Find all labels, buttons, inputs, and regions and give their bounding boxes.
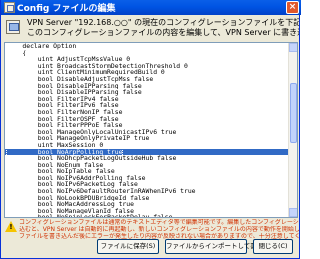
editor-line[interactable]: bool NoDhcpPacketLogOutsideHub false	[5, 155, 289, 162]
warning-line-1: コンフィグレーションファイルは通常のテキストエディタ等で編集可能です。編集したコ…	[19, 219, 299, 226]
vertical-scrollbar[interactable]	[288, 43, 297, 217]
close-window-button[interactable]: ×	[286, 1, 299, 14]
editor-line[interactable]: bool NoMacAddressLog true	[5, 201, 289, 208]
editor-line[interactable]: uint AdjustTcpMssValue 0	[5, 56, 289, 63]
editor-line[interactable]: bool ManageOnlyLocalUnicastIPv6 true	[5, 129, 289, 136]
window-title: Config ファイルの編集	[17, 4, 116, 14]
editor-line[interactable]: bool NoManageVlanId false	[5, 208, 289, 215]
editor-lines[interactable]: declare Option { uint AdjustTcpMssValue …	[5, 43, 289, 217]
scroll-up-arrow-icon[interactable]	[289, 43, 297, 52]
editor-line[interactable]: bool FilterIPv6 false	[5, 102, 289, 109]
editor-line[interactable]: bool DisableAdjustTcpMss false	[5, 76, 289, 83]
header-description: VPN Server "192.168.○○" の現在のコンフィグレーションファ…	[27, 18, 299, 38]
config-file-icon	[6, 20, 20, 34]
editor-line[interactable]: bool NoIPv6DefaultRouterInRAWhenIPv6 tru…	[5, 188, 289, 195]
editor-line[interactable]: bool FilterOSPF false	[5, 116, 289, 123]
warning-exclamation-icon: !	[9, 223, 13, 231]
editor-line[interactable]: bool FilterIPv4 false	[5, 96, 289, 103]
close-button[interactable]: 閉じる(C)	[253, 239, 293, 254]
editor-line-selected[interactable]: bool NoArpPolling true	[5, 148, 289, 156]
editor-line[interactable]: uint MaxSession 0	[5, 142, 289, 149]
config-edit-window: Config ファイルの編集 × VPN Server "192.168.○○"…	[0, 0, 301, 259]
import-and-write-button[interactable]: ファイルからインポートして書き込み(I)	[165, 239, 283, 254]
warning-line-2: 込むと、VPN Server は自動的に再起動し、新しいコンフィグレーションファ…	[19, 226, 299, 233]
editor-line[interactable]: bool FilterNonIP false	[5, 109, 289, 116]
scroll-thumb[interactable]	[290, 83, 297, 143]
editor-line[interactable]: uint BroadcastStormDetectionThreshold 0	[5, 63, 289, 70]
header-line-1: VPN Server "192.168.○○" の現在のコンフィグレーションファ…	[27, 18, 299, 27]
title-bar[interactable]: Config ファイルの編集 ×	[1, 0, 301, 15]
editor-line[interactable]: bool FilterPPPoE false	[5, 122, 289, 129]
config-text-editor[interactable]: declare Option { uint AdjustTcpMssValue …	[4, 42, 298, 218]
editor-line[interactable]: bool NoEnum false	[5, 162, 289, 169]
editor-line[interactable]: bool NoIPv6PacketLog false	[5, 181, 289, 188]
editor-line[interactable]: {	[5, 50, 289, 57]
editor-line[interactable]: declare Option	[5, 43, 289, 50]
save-to-file-button[interactable]: ファイルに保存(S)	[97, 239, 159, 254]
editor-line[interactable]: uint ClientMinimumRequiredBuild 0	[5, 69, 289, 76]
window-app-icon	[4, 2, 15, 13]
warning-message: コンフィグレーションファイルは通常のテキストエディタ等で編集可能です。編集したコ…	[19, 219, 299, 240]
editor-line[interactable]: bool NoIpTable false	[5, 168, 289, 175]
header-line-2: このコンフィグレーションファイルの内容を編集して、VPN Server に書き込…	[27, 28, 299, 37]
editor-line[interactable]: bool DisableIPParsing false	[5, 89, 289, 96]
scroll-down-arrow-icon[interactable]	[289, 208, 297, 217]
editor-line[interactable]: bool ManageOnlyPrivateIP true	[5, 135, 289, 142]
editor-line[interactable]: bool NoLookBPDUBridgeId false	[5, 195, 289, 202]
editor-line[interactable]: bool NoIPv6AddrPolling false	[5, 175, 289, 182]
editor-line[interactable]: bool NoSpinLockForPacketDelay false	[5, 214, 289, 217]
button-row: ファイルに保存(S) ファイルからインポートして書き込み(I) 閉じる(C)	[1, 239, 301, 255]
editor-line[interactable]: bool DisableIPParsing false	[5, 83, 289, 90]
